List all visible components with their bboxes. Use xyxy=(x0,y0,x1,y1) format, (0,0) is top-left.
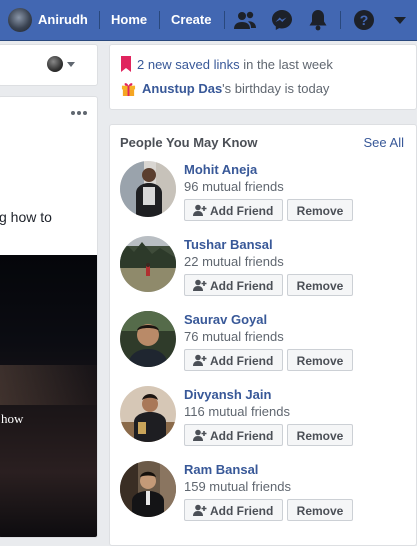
add-friend-label: Add Friend xyxy=(210,504,274,518)
notifications-icon[interactable] xyxy=(306,8,330,32)
mutual-friends-count[interactable]: 22 mutual friends xyxy=(184,254,284,269)
see-all-link[interactable]: See All xyxy=(364,135,404,150)
post-text: g how to xyxy=(0,209,52,225)
profile-name-link[interactable]: Anirudh xyxy=(38,12,88,27)
mutual-friends-count[interactable]: 76 mutual friends xyxy=(184,329,284,344)
nav-divider xyxy=(99,11,100,29)
person-card: Tushar Bansal 22 mutual friends Add Frie… xyxy=(120,236,410,296)
add-friend-icon xyxy=(193,279,207,291)
nav-divider xyxy=(159,11,160,29)
add-friend-icon xyxy=(193,204,207,216)
home-link[interactable]: Home xyxy=(111,12,147,27)
panel-title: People You May Know xyxy=(120,135,258,150)
birthday-notice[interactable]: Anustup Das's birthday is today xyxy=(121,81,329,96)
add-friend-label: Add Friend xyxy=(210,429,274,443)
account-menu-caret-icon[interactable] xyxy=(388,8,412,32)
add-friend-label: Add Friend xyxy=(210,279,274,293)
add-friend-icon xyxy=(193,504,207,516)
person-card: Ram Bansal 159 mutual friends Add Friend… xyxy=(120,461,410,521)
nav-divider xyxy=(340,11,341,29)
add-friend-icon xyxy=(193,354,207,366)
remove-button[interactable]: Remove xyxy=(287,274,353,296)
profile-avatar[interactable] xyxy=(8,8,32,32)
nav-divider xyxy=(224,11,225,29)
add-friend-button[interactable]: Add Friend xyxy=(184,349,283,371)
add-friend-label: Add Friend xyxy=(210,354,274,368)
feed-post: g how to how xyxy=(0,96,98,538)
person-name-link[interactable]: Saurav Goyal xyxy=(184,312,267,327)
video-frame xyxy=(0,365,97,405)
add-friend-icon xyxy=(193,429,207,441)
birthday-suffix: 's birthday is today xyxy=(222,81,330,96)
person-name-link[interactable]: Ram Bansal xyxy=(184,462,258,477)
person-card: Divyansh Jain 116 mutual friends Add Fri… xyxy=(120,386,410,446)
mutual-friends-count[interactable]: 159 mutual friends xyxy=(184,479,291,494)
person-card: Mohit Aneja 96 mutual friends Add Friend… xyxy=(120,161,410,221)
mutual-friends-count[interactable]: 96 mutual friends xyxy=(184,179,284,194)
more-options-icon[interactable] xyxy=(71,109,91,117)
composer-box xyxy=(0,44,98,86)
chevron-down-icon[interactable] xyxy=(67,62,75,67)
friend-requests-icon[interactable] xyxy=(233,8,257,32)
remove-button[interactable]: Remove xyxy=(287,199,353,221)
svg-text:?: ? xyxy=(360,12,369,28)
gift-icon xyxy=(121,83,136,96)
add-friend-button[interactable]: Add Friend xyxy=(184,424,283,446)
saved-links-suffix: in the last week xyxy=(239,57,333,72)
person-name-link[interactable]: Divyansh Jain xyxy=(184,387,271,402)
birthday-person-link[interactable]: Anustup Das xyxy=(142,81,222,96)
saved-links-link[interactable]: 2 new saved links xyxy=(137,57,240,72)
remove-button[interactable]: Remove xyxy=(287,499,353,521)
person-photo[interactable] xyxy=(120,161,176,217)
top-navigation-bar: Anirudh Home Create ? xyxy=(0,0,417,41)
bookmark-icon xyxy=(121,56,131,72)
remove-button[interactable]: Remove xyxy=(287,424,353,446)
mutual-friends-count[interactable]: 116 mutual friends xyxy=(184,404,290,419)
add-friend-button[interactable]: Add Friend xyxy=(184,499,283,521)
person-card: Saurav Goyal 76 mutual friends Add Frien… xyxy=(120,311,410,371)
add-friend-label: Add Friend xyxy=(210,204,274,218)
video-caption: how xyxy=(1,411,24,426)
help-icon[interactable]: ? xyxy=(352,8,376,32)
person-name-link[interactable]: Tushar Bansal xyxy=(184,237,273,252)
post-video[interactable]: how xyxy=(0,255,97,537)
person-photo[interactable] xyxy=(120,311,176,367)
notices-panel: 2 new saved links in the last week Anust… xyxy=(109,44,417,110)
person-photo[interactable] xyxy=(120,236,176,292)
create-link[interactable]: Create xyxy=(171,12,211,27)
add-friend-button[interactable]: Add Friend xyxy=(184,274,283,296)
people-you-may-know-panel: People You May Know See All Mohit Aneja … xyxy=(109,124,417,546)
person-photo[interactable] xyxy=(120,461,176,517)
messenger-icon[interactable] xyxy=(270,8,294,32)
remove-button[interactable]: Remove xyxy=(287,349,353,371)
post-as-avatar[interactable] xyxy=(47,56,63,72)
person-name-link[interactable]: Mohit Aneja xyxy=(184,162,257,177)
person-photo[interactable] xyxy=(120,386,176,442)
saved-links-notice[interactable]: 2 new saved links in the last week xyxy=(121,56,333,72)
add-friend-button[interactable]: Add Friend xyxy=(184,199,283,221)
